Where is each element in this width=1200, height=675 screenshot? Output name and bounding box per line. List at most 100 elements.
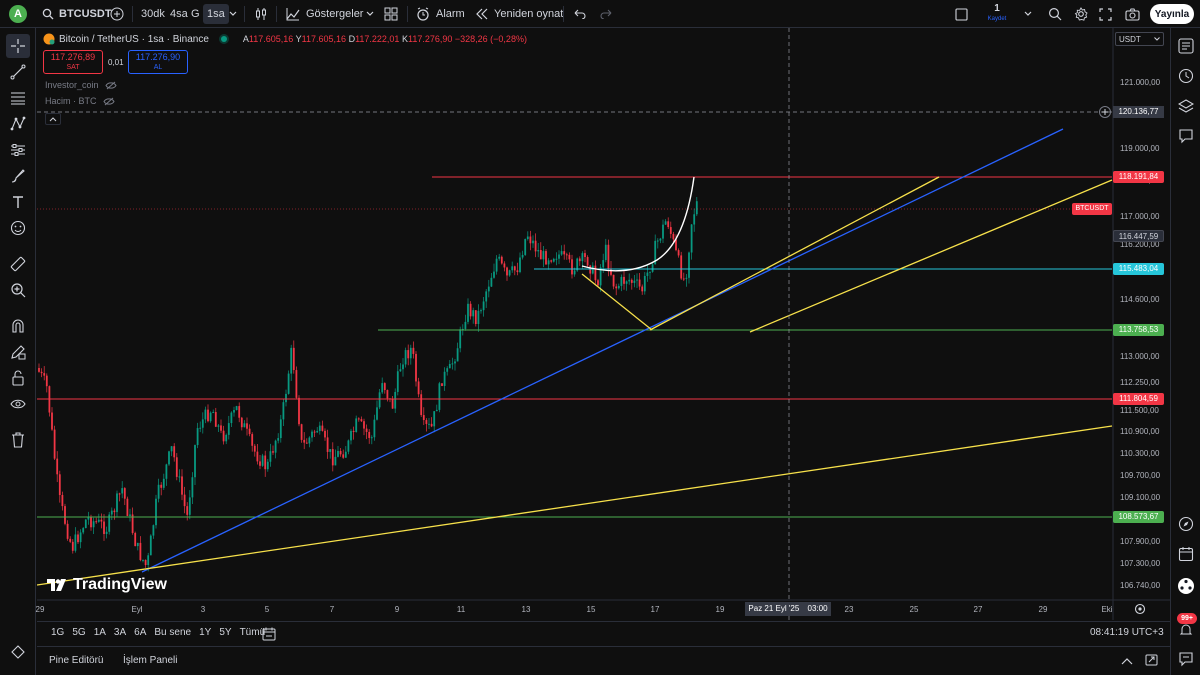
chats-button[interactable]: [1174, 124, 1198, 148]
help-button[interactable]: [1174, 618, 1198, 642]
fullscreen-toggle[interactable]: [955, 0, 968, 28]
search-button[interactable]: [1048, 0, 1062, 28]
maximize-panel-button[interactable]: [1145, 654, 1158, 669]
date-tick-label: 13: [521, 605, 531, 614]
help-chat-button[interactable]: [1174, 647, 1198, 671]
interval-30m-button[interactable]: 30dk: [141, 0, 165, 28]
indicators-dropdown[interactable]: [366, 0, 374, 28]
candle-body: [134, 532, 137, 547]
user-avatar[interactable]: A: [9, 5, 27, 23]
symbol-search[interactable]: BTCUSDT: [42, 0, 112, 28]
range-button[interactable]: Bu sene: [150, 627, 195, 638]
calendar-button[interactable]: [1174, 542, 1198, 566]
chart-pane[interactable]: Bitcoin / TetherUS · 1sa · Binance A117.…: [36, 28, 1170, 620]
range-button[interactable]: 1G: [47, 627, 68, 638]
indicator-row-2[interactable]: Hacim · BTC: [45, 96, 115, 106]
range-button[interactable]: 6A: [130, 627, 150, 638]
zoom-in-icon: [11, 283, 26, 298]
goto-date-button[interactable]: [262, 627, 276, 641]
scale-settings-button[interactable]: [1134, 603, 1146, 615]
range-button[interactable]: 1A: [90, 627, 110, 638]
brush-tool[interactable]: [6, 164, 30, 188]
undo-button[interactable]: [574, 0, 586, 28]
tab-pine-editor[interactable]: Pine Editörü: [49, 655, 103, 666]
fib-tool[interactable]: [6, 86, 30, 110]
candle-body: [685, 277, 688, 279]
stay-drawing-tool[interactable]: [6, 340, 30, 364]
interval-day-button[interactable]: G: [191, 0, 200, 28]
emoji-tool[interactable]: [6, 216, 30, 240]
candle-body: [220, 425, 222, 431]
watchlist-button[interactable]: [1174, 34, 1198, 58]
remove-drawings-tool[interactable]: [6, 428, 30, 452]
candle-body: [386, 390, 389, 399]
range-button[interactable]: 1Y: [195, 627, 215, 638]
interval-1h-button[interactable]: 1sa: [203, 4, 229, 24]
add-alert-at-price-button[interactable]: [1099, 106, 1111, 118]
magnet-tool[interactable]: [6, 314, 30, 338]
white-arc-drawing[interactable]: [581, 176, 695, 272]
range-button[interactable]: 3A: [110, 627, 130, 638]
collapse-legend-button[interactable]: [45, 113, 61, 125]
save-dropdown[interactable]: [1024, 0, 1032, 28]
yellow-channel-upper[interactable]: [649, 176, 940, 331]
alerts-button[interactable]: [1174, 64, 1198, 88]
eye-hidden-icon[interactable]: [102, 97, 115, 106]
blue-trendline[interactable]: [141, 128, 1064, 573]
yellow-channel-lower[interactable]: [749, 179, 1113, 333]
candle-body: [659, 238, 662, 241]
utc-clock[interactable]: 08:41:19 UTC+3: [1090, 627, 1164, 638]
crosshair-icon: [11, 39, 25, 53]
sell-button[interactable]: 117.276,89 SAT: [43, 50, 103, 74]
candle-body: [181, 476, 183, 495]
ruler-tool[interactable]: [6, 252, 30, 276]
symbol-title[interactable]: Bitcoin / TetherUS · 1sa · Binance: [59, 34, 209, 45]
collapse-panel-button[interactable]: [1121, 656, 1133, 668]
indicators-button[interactable]: Göstergeler: [286, 0, 363, 28]
tab-trading-panel[interactable]: İşlem Paneli: [123, 655, 177, 666]
crosshair-tool[interactable]: [6, 34, 30, 58]
price-chart[interactable]: [37, 28, 1170, 620]
hide-drawings-tool[interactable]: [6, 392, 30, 416]
lock-drawings-tool[interactable]: [6, 366, 30, 390]
yellow-trendline-long[interactable]: [37, 425, 1113, 586]
ideas-stream-button[interactable]: [1174, 512, 1198, 536]
data-window-button[interactable]: [1174, 94, 1198, 118]
text-tool[interactable]: [6, 190, 30, 214]
save-button[interactable]: 1 Kaydet: [982, 3, 1012, 25]
trendline-tool[interactable]: [6, 60, 30, 84]
candle-body: [285, 393, 287, 403]
crosshair-date: Paz 21 Eyl '25: [748, 604, 800, 613]
candle-body: [326, 437, 329, 452]
object-tree-tool[interactable]: [6, 640, 30, 664]
replay-button[interactable]: Yeniden oynat: [475, 0, 563, 28]
candle-body: [230, 412, 233, 424]
indicator-row-1[interactable]: Investor_coin: [45, 80, 117, 90]
interval-dropdown[interactable]: [229, 0, 237, 28]
layouts-button[interactable]: [384, 0, 398, 28]
projection-tool[interactable]: [6, 138, 30, 162]
chart-type-button[interactable]: [254, 0, 268, 28]
trash-icon: [12, 432, 24, 448]
range-button[interactable]: 5G: [68, 627, 89, 638]
pattern-tool[interactable]: [6, 112, 30, 136]
expand-button[interactable]: [1099, 0, 1112, 28]
candle-body: [123, 488, 126, 499]
zoom-tool[interactable]: [6, 278, 30, 302]
alarm-button[interactable]: Alarm: [416, 0, 465, 28]
interval-4h-button[interactable]: 4sa: [170, 0, 188, 28]
range-button[interactable]: 5Y: [215, 627, 235, 638]
settings-button[interactable]: [1074, 0, 1088, 28]
signals-button[interactable]: [1174, 574, 1198, 598]
buy-button[interactable]: 117.276,90 AL: [128, 50, 188, 74]
publish-button[interactable]: Yayınla: [1150, 4, 1194, 24]
date-tick-label: 27: [973, 605, 983, 614]
redo-button[interactable]: [600, 0, 612, 28]
candle-body: [38, 368, 40, 372]
eye-hidden-icon[interactable]: [104, 81, 117, 90]
currency-selector[interactable]: USDT: [1115, 32, 1164, 46]
yellow-wedge-line[interactable]: [581, 273, 653, 331]
snapshot-button[interactable]: [1125, 0, 1140, 28]
compare-symbol-button[interactable]: [110, 0, 124, 28]
candle-body: [246, 423, 248, 429]
